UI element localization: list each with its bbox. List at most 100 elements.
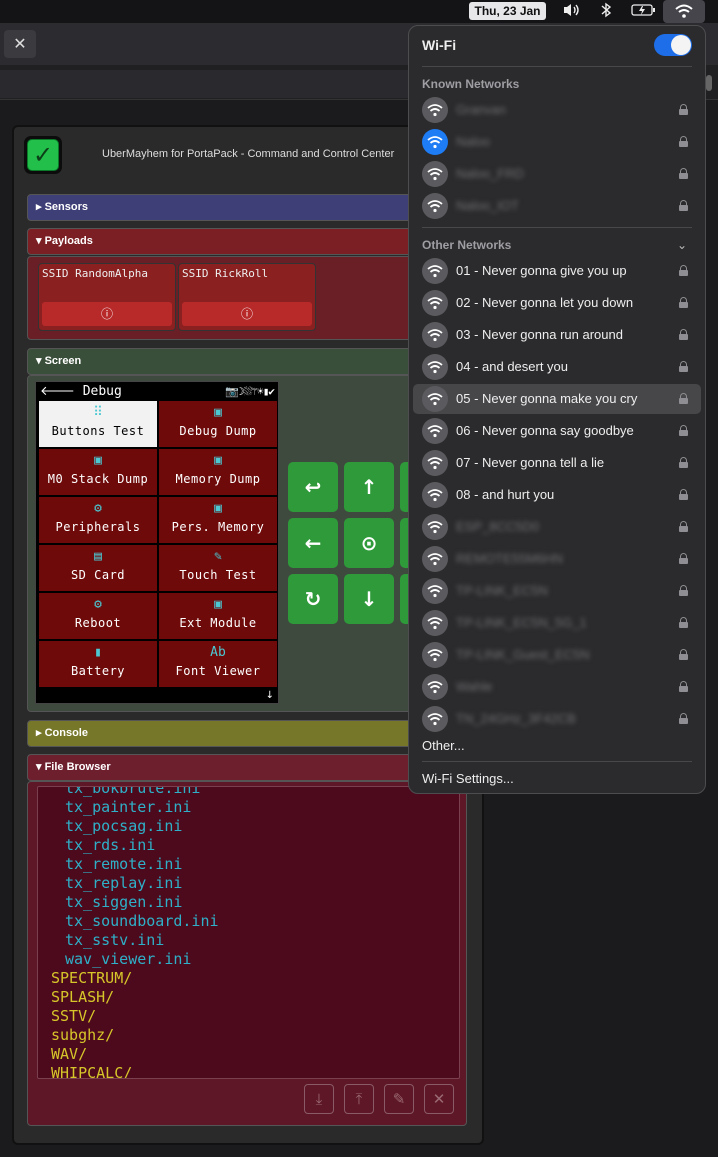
wifi-network-item[interactable]: 01 - Never gonna give you up bbox=[413, 256, 701, 286]
file-item[interactable]: tx_sstv.ini bbox=[65, 931, 164, 949]
screen-tile[interactable]: ▣ Ext Module bbox=[159, 593, 277, 639]
right-button[interactable] bbox=[400, 518, 408, 568]
wifi-signal-icon bbox=[422, 161, 448, 187]
date-display[interactable]: Thu, 23 Jan bbox=[469, 2, 546, 20]
toolbar-scroll-handle[interactable] bbox=[706, 75, 712, 91]
wifi-network-item[interactable]: 08 - and hurt you bbox=[413, 480, 701, 510]
wifi-network-item[interactable]: ESP_8CC5D0 bbox=[413, 512, 701, 542]
select-button[interactable]: ⊙ bbox=[344, 518, 394, 568]
other-networks-header[interactable]: Other Networks bbox=[422, 238, 511, 252]
folder-item[interactable]: SPECTRUM/ bbox=[51, 969, 132, 987]
down-button[interactable]: ↓ bbox=[344, 574, 394, 624]
wifi-network-item[interactable]: 03 - Never gonna run around bbox=[413, 320, 701, 350]
folder-item[interactable]: WAV/ bbox=[51, 1045, 87, 1063]
file-item[interactable]: tx_replay.ini bbox=[65, 874, 182, 892]
divider bbox=[422, 227, 692, 228]
screen-tile[interactable]: ▣ Pers. Memory bbox=[159, 497, 277, 543]
wifi-signal-icon bbox=[422, 450, 448, 476]
wifi-signal-icon bbox=[422, 354, 448, 380]
volume-icon[interactable] bbox=[562, 2, 582, 22]
wifi-network-item[interactable]: REMOTE55M6HN bbox=[413, 544, 701, 574]
wifi-signal-icon bbox=[422, 546, 448, 572]
wifi-network-item[interactable]: 07 - Never gonna tell a lie bbox=[413, 448, 701, 478]
file-list[interactable]: tx_bokbrute.ini tx_painter.ini tx_pocsag.i… bbox=[37, 786, 460, 1079]
screen-tile[interactable]: ▣ M0 Stack Dump bbox=[39, 449, 157, 495]
wifi-network-item[interactable]: Granvan bbox=[413, 95, 701, 125]
status-check-button[interactable]: ✓ bbox=[24, 136, 62, 174]
screen-tile[interactable]: Ab Font Viewer bbox=[159, 641, 277, 687]
wifi-network-item[interactable]: TN_24GHz_3F42CB bbox=[413, 704, 701, 734]
wifi-settings-link[interactable]: Wi-Fi Settings... bbox=[422, 771, 514, 786]
wifi-network-name: Granvan bbox=[456, 102, 506, 117]
file-item[interactable]: tx_siggen.ini bbox=[65, 893, 182, 911]
screen-tile[interactable]: ▤ SD Card bbox=[39, 545, 157, 591]
section-screen-header[interactable]: ▾ Screen bbox=[27, 348, 427, 375]
left-button[interactable]: ← bbox=[288, 518, 338, 568]
wifi-network-item[interactable]: Wahle bbox=[413, 672, 701, 702]
wifi-menu: Wi-Fi Known Networks Granvan Naloo Naloo_F… bbox=[408, 25, 706, 794]
right-button[interactable] bbox=[400, 462, 408, 512]
download-button[interactable]: ⤓ bbox=[304, 1084, 334, 1114]
section-console-header[interactable]: ▸ Console bbox=[27, 720, 427, 747]
close-tab-button[interactable]: ✕ bbox=[4, 30, 36, 58]
folder-item[interactable]: WHIPCALC/ bbox=[51, 1064, 132, 1078]
folder-item[interactable]: subghz/ bbox=[51, 1026, 114, 1044]
rotate-button[interactable]: ↻ bbox=[288, 574, 338, 624]
file-item[interactable]: tx_painter.ini bbox=[65, 798, 191, 816]
file-item[interactable]: tx_pocsag.ini bbox=[65, 817, 182, 835]
enter-button[interactable]: ↩ bbox=[288, 462, 338, 512]
payload-info-button[interactable]: ⓘ bbox=[42, 302, 172, 326]
folder-item[interactable]: SSTV/ bbox=[51, 1007, 96, 1025]
wifi-network-item[interactable]: TP-LINK_Guest_EC5N bbox=[413, 640, 701, 670]
wifi-toggle[interactable] bbox=[654, 34, 692, 56]
payload-info-button[interactable]: ⓘ bbox=[182, 302, 312, 326]
edit-button[interactable]: ✎ bbox=[384, 1084, 414, 1114]
section-file-browser-header[interactable]: ▾ File Browser bbox=[27, 754, 427, 781]
screen-tile[interactable]: ▮ Battery bbox=[39, 641, 157, 687]
section-payloads-header[interactable]: ▾ Payloads bbox=[27, 228, 427, 255]
wifi-network-item[interactable]: 05 - Never gonna make you cry bbox=[413, 384, 701, 414]
wifi-network-item[interactable]: TP-LINK_EC5N bbox=[413, 576, 701, 606]
screen-tile[interactable]: ▣ Debug Dump bbox=[159, 401, 277, 447]
battery-icon[interactable] bbox=[631, 2, 657, 22]
wifi-network-item[interactable]: 04 - and desert you bbox=[413, 352, 701, 382]
caret-right-icon: ▸ bbox=[36, 201, 45, 213]
wifi-network-name: 01 - Never gonna give you up bbox=[456, 263, 627, 278]
folder-item[interactable]: SPLASH/ bbox=[51, 988, 114, 1006]
chevron-down-icon[interactable]: ⌄ bbox=[677, 238, 687, 252]
file-item[interactable]: tx_rds.ini bbox=[65, 836, 155, 854]
wifi-network-name: 05 - Never gonna make you cry bbox=[456, 391, 638, 406]
device-screen[interactable]: 🡐 Debug 📷☽⛆⚚☀▮✔ ⠿ Buttons Test ▣ Debug Dump… bbox=[35, 381, 279, 704]
upload-button[interactable]: ⤒ bbox=[344, 1084, 374, 1114]
section-sensors-header[interactable]: ▸ Sensors bbox=[27, 194, 427, 221]
tile-label: Pers. Memory bbox=[171, 520, 265, 534]
screen-tile[interactable]: ⠿ Buttons Test bbox=[39, 401, 157, 447]
up-button[interactable]: ↑ bbox=[344, 462, 394, 512]
caret-down-icon: ▾ bbox=[36, 235, 45, 247]
delete-button[interactable]: ✕ bbox=[424, 1084, 454, 1114]
file-item[interactable]: tx_bokbrute.ini bbox=[65, 787, 200, 797]
file-item[interactable]: wav_viewer.ini bbox=[65, 950, 191, 968]
payload-label: SSID RickRoll bbox=[182, 267, 269, 280]
wifi-network-item[interactable]: Naloo_IOT bbox=[413, 191, 701, 221]
screen-tile[interactable]: ▣ Memory Dump bbox=[159, 449, 277, 495]
file-item[interactable]: tx_soundboard.ini bbox=[65, 912, 219, 930]
other-network-link[interactable]: Other... bbox=[422, 738, 465, 753]
right-button[interactable] bbox=[400, 574, 408, 624]
wifi-network-name: 04 - and desert you bbox=[456, 359, 569, 374]
back-arrow-icon[interactable]: 🡐 bbox=[40, 384, 75, 399]
file-item[interactable]: tx_remote.ini bbox=[65, 855, 182, 873]
wifi-network-item[interactable]: 06 - Never gonna say goodbye bbox=[413, 416, 701, 446]
wifi-network-item[interactable]: 02 - Never gonna let you down bbox=[413, 288, 701, 318]
wifi-network-item[interactable]: TP-LINK_EC5N_5G_1 bbox=[413, 608, 701, 638]
wifi-menu-button[interactable] bbox=[663, 0, 705, 23]
screen-tile[interactable]: ⚙ Peripherals bbox=[39, 497, 157, 543]
tile-label: Reboot bbox=[74, 616, 122, 630]
screen-tile[interactable]: ✎ Touch Test bbox=[159, 545, 277, 591]
screen-tile[interactable]: ⚙ Reboot bbox=[39, 593, 157, 639]
wifi-network-item[interactable]: Naloo bbox=[413, 127, 701, 157]
tile-icon: ⚙ bbox=[94, 597, 102, 612]
bluetooth-icon[interactable] bbox=[600, 2, 612, 22]
wifi-signal-icon bbox=[422, 642, 448, 668]
wifi-network-item[interactable]: Naloo_FRD bbox=[413, 159, 701, 189]
